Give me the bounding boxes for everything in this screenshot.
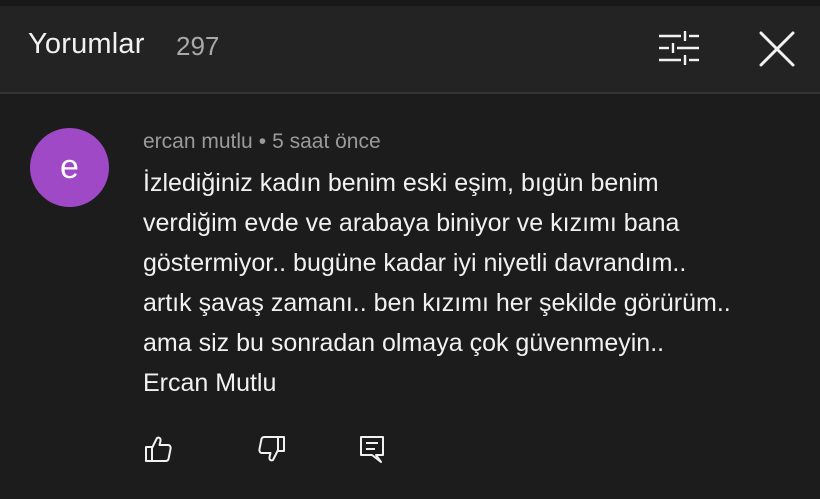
comments-panel: Yorumlar 297 e ercan mutlu • 5 saat önce… bbox=[0, 0, 820, 499]
comment-item: e ercan mutlu • 5 saat önce İzlediğiniz ka… bbox=[0, 94, 820, 499]
reply-icon[interactable] bbox=[357, 434, 387, 464]
comment-time: 5 saat önce bbox=[272, 130, 381, 153]
comment-line: verdiğim evde ve arabaya biniyor ve kızı… bbox=[143, 209, 680, 237]
comment-line: göstermiyor.. bugüne kadar iyi niyetli d… bbox=[143, 249, 687, 277]
thumbs-down-icon[interactable] bbox=[257, 434, 287, 464]
comments-header: Yorumlar 297 bbox=[0, 6, 820, 92]
comments-title: Yorumlar bbox=[28, 28, 145, 60]
comment-author[interactable]: ercan mutlu bbox=[143, 130, 253, 153]
comment-line: Ercan Mutlu bbox=[143, 369, 277, 397]
comment-line: ama siz bu sonradan olmaya çok güvenmeyi… bbox=[143, 329, 665, 357]
comment-line: İzlediğiniz kadın benim eski eşim, bıgün… bbox=[143, 169, 659, 197]
comment-meta: ercan mutlu • 5 saat önce bbox=[143, 130, 381, 154]
meta-separator: • bbox=[258, 130, 267, 153]
thumbs-up-icon[interactable] bbox=[143, 434, 173, 464]
comment-line: artık şavaş zamanı.. ben kızımı her şeki… bbox=[143, 289, 731, 317]
close-icon[interactable] bbox=[756, 28, 798, 70]
comment-text: İzlediğiniz kadın benim eski eşim, bıgün… bbox=[143, 163, 803, 403]
comments-count: 297 bbox=[176, 31, 220, 61]
avatar[interactable]: e bbox=[30, 128, 109, 207]
sliders-icon[interactable] bbox=[655, 28, 701, 68]
avatar-letter: e bbox=[60, 148, 79, 186]
